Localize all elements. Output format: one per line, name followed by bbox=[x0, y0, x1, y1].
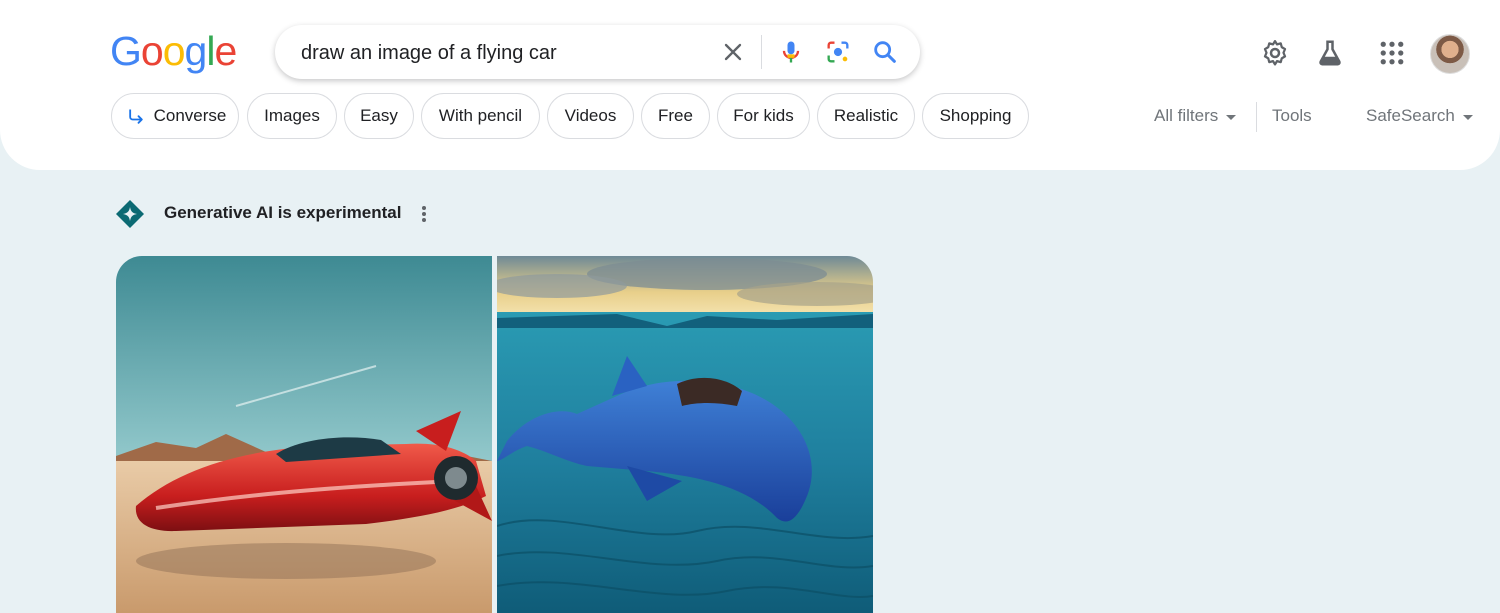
logo-letter: G bbox=[110, 28, 142, 74]
search-box bbox=[275, 25, 920, 79]
safesearch-button[interactable]: SafeSearch bbox=[1366, 106, 1455, 126]
red-flying-car-image bbox=[116, 256, 492, 613]
chip-label: Shopping bbox=[939, 106, 1012, 125]
generated-image-red-car[interactable] bbox=[116, 256, 492, 613]
chip-free[interactable]: Free bbox=[641, 93, 710, 139]
search-input[interactable] bbox=[299, 39, 703, 67]
microphone-icon[interactable] bbox=[777, 38, 805, 66]
chip-label: For kids bbox=[733, 106, 794, 125]
close-icon[interactable] bbox=[719, 38, 747, 66]
chip-with-pencil[interactable]: With pencil bbox=[421, 93, 540, 139]
search-divider bbox=[761, 35, 762, 69]
chip-easy[interactable]: Easy bbox=[344, 93, 414, 139]
generative-ai-label: Generative AI is experimental bbox=[164, 203, 402, 222]
chip-label: Realistic bbox=[833, 106, 899, 125]
chevron-down-icon bbox=[1463, 115, 1473, 120]
more-vertical-icon[interactable] bbox=[414, 203, 434, 225]
chip-shopping[interactable]: Shopping bbox=[922, 93, 1029, 139]
logo-letter: o bbox=[162, 28, 186, 74]
search-header: Google draw an image of a flying car Con… bbox=[0, 0, 1500, 170]
logo-letter: o bbox=[140, 28, 164, 74]
lens-camera-icon[interactable] bbox=[824, 38, 852, 66]
chip-for-kids[interactable]: For kids bbox=[717, 93, 810, 139]
google-logo[interactable]: Google bbox=[110, 28, 237, 75]
tools-divider bbox=[1256, 102, 1257, 132]
chip-label: With pencil bbox=[438, 106, 523, 125]
chip-realistic[interactable]: Realistic bbox=[817, 93, 915, 139]
chip-videos[interactable]: Videos bbox=[547, 93, 634, 139]
logo-letter: l bbox=[206, 28, 215, 74]
chip-label: Free bbox=[658, 106, 693, 125]
chip-label: Converse bbox=[153, 106, 227, 125]
chip-images[interactable]: Images bbox=[247, 93, 337, 139]
apps-grid-icon[interactable] bbox=[1377, 38, 1407, 68]
gear-icon[interactable] bbox=[1260, 38, 1290, 68]
gemini-sparkle-icon bbox=[116, 200, 144, 228]
chip-label: Easy bbox=[360, 106, 398, 125]
chip-label: Images bbox=[264, 106, 320, 125]
converse-arrow-icon bbox=[129, 109, 143, 124]
logo-letter: g bbox=[184, 28, 208, 74]
chevron-down-icon bbox=[1226, 115, 1236, 120]
avatar[interactable] bbox=[1430, 34, 1470, 74]
tools-button[interactable]: Tools bbox=[1272, 106, 1312, 126]
all-filters-button[interactable]: All filters bbox=[1154, 106, 1218, 126]
search-icon[interactable] bbox=[871, 38, 899, 66]
chip-converse[interactable]: Converse bbox=[111, 93, 239, 139]
logo-letter: e bbox=[214, 28, 237, 74]
flask-icon[interactable] bbox=[1315, 38, 1345, 68]
chip-label: Videos bbox=[564, 106, 617, 125]
dolphin-car-image bbox=[497, 256, 873, 613]
generated-image-dolphin-car[interactable] bbox=[497, 256, 873, 613]
